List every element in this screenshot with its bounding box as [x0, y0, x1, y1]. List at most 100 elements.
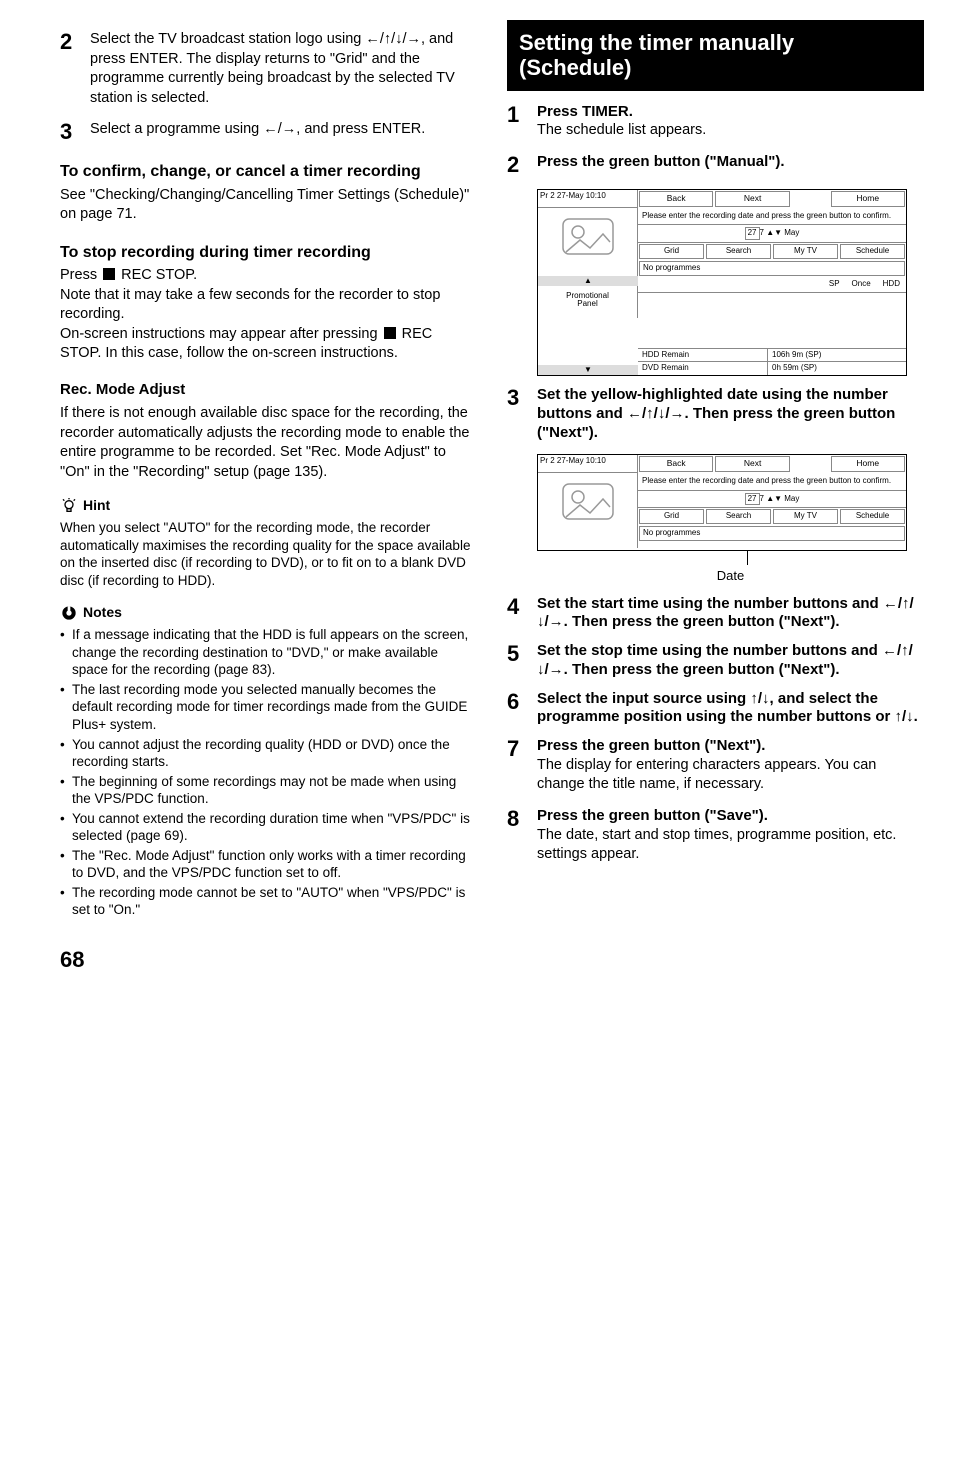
step-5: 5 Set the stop time using the number but… [507, 642, 924, 680]
scr-promo-panel [538, 473, 638, 548]
scr-month: May [784, 494, 799, 503]
step-2-text: Select the TV broadcast station logo usi… [90, 30, 477, 108]
step-6-head: Select the input source using ↑/↓, and s… [537, 690, 924, 728]
step-number: 2 [507, 153, 537, 177]
scr-day: 27 [745, 493, 760, 506]
scr-schedule: Schedule [840, 509, 905, 524]
right-column: Setting the timer manually (Schedule) 1 … [507, 20, 924, 921]
scr-next: Next [715, 456, 789, 471]
left-column: 2 Select the TV broadcast station logo u… [60, 20, 477, 921]
scr-col-sp: SP [829, 279, 840, 290]
step-2: 2 Press the green button ("Manual"). [507, 153, 924, 177]
step-7-body: The display for entering characters appe… [537, 756, 924, 795]
step-number: 4 [507, 595, 537, 633]
notes-heading: Notes [60, 603, 477, 622]
step-number: 8 [507, 807, 537, 867]
stop-icon [384, 327, 396, 339]
stop-body-3: On-screen instructions may appear after … [60, 325, 477, 364]
hint-icon [60, 497, 78, 515]
heading-recmode: Rec. Mode Adjust [60, 380, 477, 400]
step-1-body: The schedule list appears. [537, 121, 924, 141]
stop-body-1: Press REC STOP. [60, 266, 477, 286]
step-number: 3 [507, 386, 537, 442]
stop-body-2: Note that it may take a few seconds for … [60, 286, 477, 325]
step-3-head: Set the yellow-highlighted date using th… [537, 386, 924, 442]
scr-dvd-remain-value: 0h 59m (SP) [768, 362, 906, 375]
step-3-text: Select a programme using ←/→, and press … [90, 120, 477, 140]
scr-topleft: Pr 2 27-May 10:10 [538, 455, 638, 472]
hint-heading: Hint [60, 496, 477, 515]
scroll-down-icon: ▼ [538, 365, 638, 375]
screenshot-date-highlight: Pr 2 27-May 10:10 Back Next Home Please … [537, 454, 907, 551]
notes-list: If a message indicating that the HDD is … [60, 626, 477, 919]
scr-col-once: Once [852, 279, 871, 290]
scr-hdd-remain-value: 106h 9m (SP) [768, 349, 906, 362]
heading-confirm: To confirm, change, or cancel a timer re… [60, 162, 477, 181]
recmode-body: If there is not enough available disc sp… [60, 404, 477, 482]
note-item: You cannot extend the recording duration… [60, 810, 477, 845]
scr-mytv: My TV [773, 509, 838, 524]
section-header: Setting the timer manually (Schedule) [507, 20, 924, 91]
step-number: 1 [507, 103, 537, 143]
screenshot-manual-schedule: Pr 2 27-May 10:10 Back Next Home Promoti… [537, 189, 907, 376]
step-number: 5 [507, 642, 537, 680]
scr-dvd-remain-label: DVD Remain [638, 362, 768, 375]
hint-label: Hint [83, 496, 110, 515]
step-8-body: The date, start and stop times, programm… [537, 826, 924, 865]
note-item: If a message indicating that the HDD is … [60, 626, 477, 679]
scr-no-programmes: No programmes [639, 261, 905, 276]
scr-month: May [784, 228, 799, 237]
scr-date-row: 277 ▲▼ May [638, 225, 906, 243]
scr-home: Home [831, 191, 905, 206]
scr-col-hdd: HDD [883, 279, 900, 290]
step-4-head: Set the start time using the number butt… [537, 595, 924, 633]
step-number: 2 [60, 30, 90, 110]
scr-next: Next [715, 191, 789, 206]
step-3: 3 Select a programme using ←/→, and pres… [60, 120, 477, 144]
step-8-head: Press the green button ("Save"). [537, 807, 924, 826]
hint-body: When you select "AUTO" for the recording… [60, 519, 477, 589]
scr-mytv: My TV [773, 244, 838, 259]
confirm-body: See "Checking/Changing/Cancelling Timer … [60, 186, 477, 225]
note-item: The beginning of some recordings may not… [60, 773, 477, 808]
notes-icon [60, 604, 78, 622]
step-1: 1 Press TIMER. The schedule list appears… [507, 103, 924, 143]
note-item: The last recording mode you selected man… [60, 681, 477, 734]
scr-date-row: 277 ▲▼ May [638, 491, 906, 509]
scr-message: Please enter the recording date and pres… [638, 473, 906, 491]
heading-stop: To stop recording during timer recording [60, 243, 477, 262]
step-7: 7 Press the green button ("Next"). The d… [507, 737, 924, 797]
scr-back: Back [639, 191, 713, 206]
stop-body-1-post: REC STOP. [117, 267, 197, 283]
step-6: 6 Select the input source using ↑/↓, and… [507, 690, 924, 728]
step-5-head: Set the stop time using the number butto… [537, 642, 924, 680]
scr-hdd-remain-label: HDD Remain [638, 349, 768, 362]
step-8: 8 Press the green button ("Save"). The d… [507, 807, 924, 867]
scr-message: Please enter the recording date and pres… [638, 208, 906, 226]
step-1-head: Press TIMER. [537, 103, 924, 122]
section-title: Setting the timer manually (Schedule) [519, 30, 912, 81]
scr-search: Search [706, 244, 771, 259]
scr-search: Search [706, 509, 771, 524]
scroll-up-icon: ▲ [538, 276, 638, 286]
step-7-head: Press the green button ("Next"). [537, 737, 924, 756]
promo-image-icon [553, 477, 623, 527]
note-item: The recording mode cannot be set to "AUT… [60, 884, 477, 919]
step-2-head: Press the green button ("Manual"). [537, 153, 924, 172]
page-number: 68 [60, 945, 924, 975]
notes-label: Notes [83, 603, 122, 622]
stop-body-3-pre: On-screen instructions may appear after … [60, 326, 382, 342]
step-2: 2 Select the TV broadcast station logo u… [60, 30, 477, 110]
step-4: 4 Set the start time using the number bu… [507, 595, 924, 633]
note-item: The "Rec. Mode Adjust" function only wor… [60, 847, 477, 882]
step-number: 3 [60, 120, 90, 144]
date-callout: Date [537, 567, 924, 585]
step-number: 6 [507, 690, 537, 728]
step-3: 3 Set the yellow-highlighted date using … [507, 386, 924, 442]
scr-schedule: Schedule [840, 244, 905, 259]
step-number: 7 [507, 737, 537, 797]
scr-home: Home [831, 456, 905, 471]
scr-grid: Grid [639, 509, 704, 524]
note-item: You cannot adjust the recording quality … [60, 736, 477, 771]
scr-back: Back [639, 456, 713, 471]
